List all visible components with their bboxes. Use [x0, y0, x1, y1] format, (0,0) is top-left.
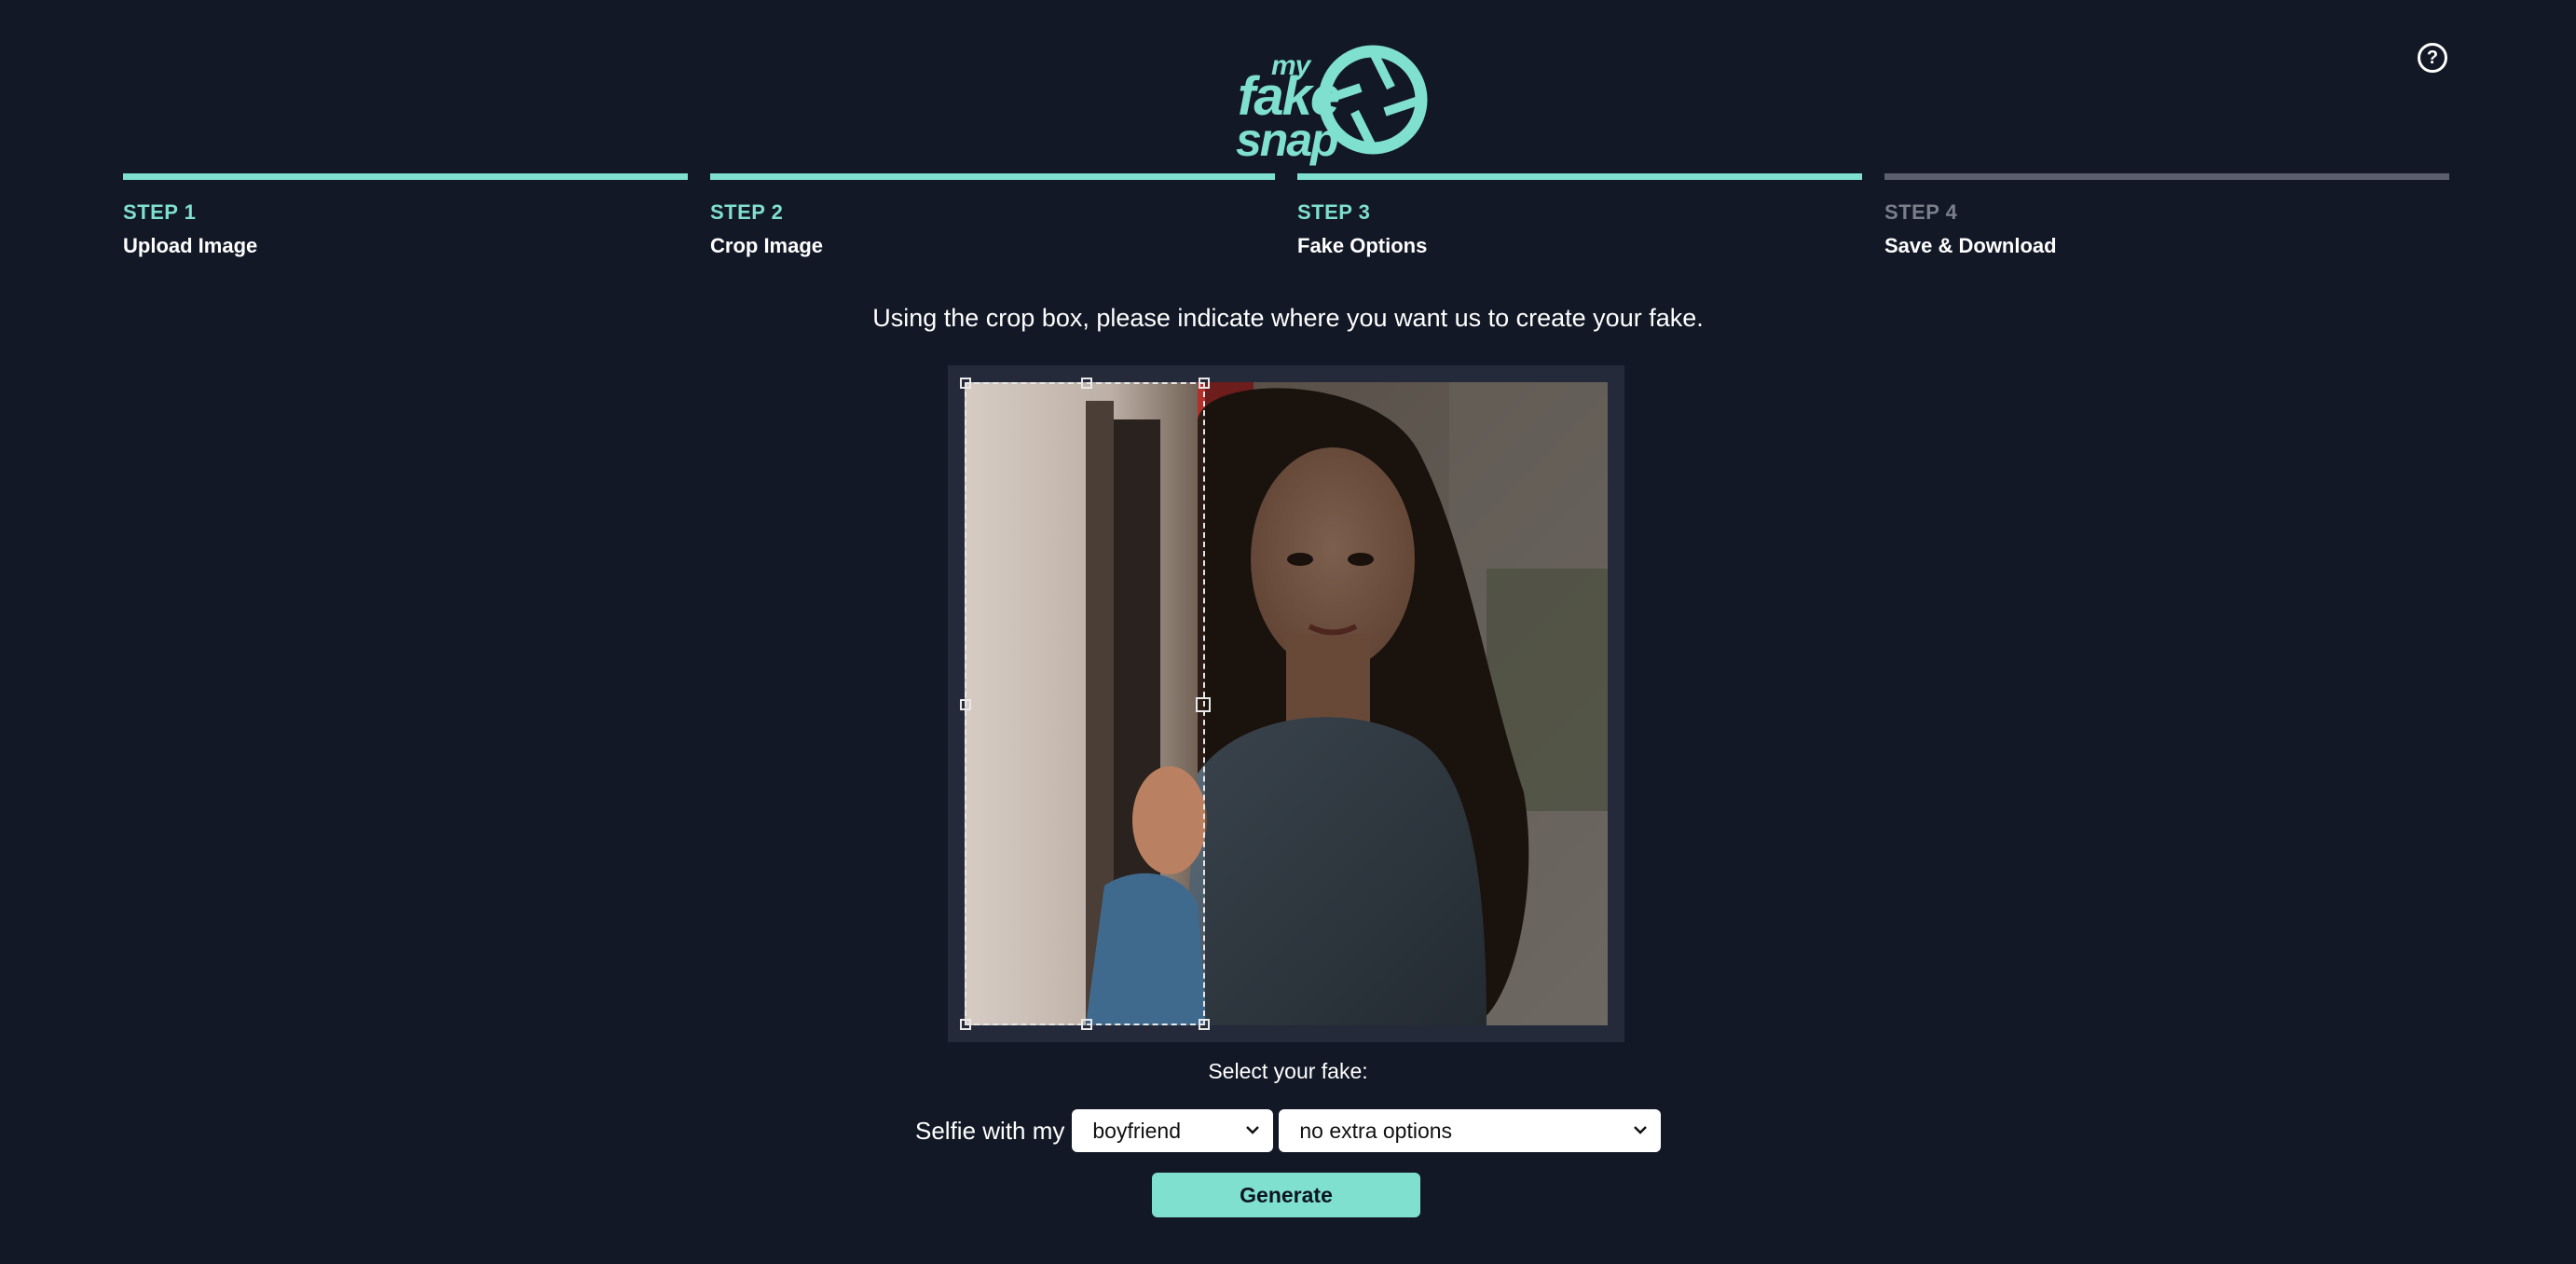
step-4-number: STEP 4	[1884, 200, 1958, 224]
select-fake-title: Select your fake:	[1208, 1059, 1368, 1083]
step-3-bar	[1297, 173, 1862, 180]
relation-select-value: boyfriend	[1092, 1118, 1182, 1143]
app-logo: my fake snap	[1230, 34, 1428, 163]
fake-options-row: Selfie with my boyfriend no extra option…	[915, 1109, 1662, 1152]
extra-options-select-value: no extra options	[1299, 1118, 1453, 1143]
step-1-number: STEP 1	[123, 200, 197, 224]
crop-handle-bottom[interactable]	[1081, 1019, 1092, 1030]
crop-box[interactable]	[960, 378, 1211, 1030]
crop-handle-bottom-left[interactable]	[960, 1019, 971, 1030]
step-4: STEP 4 Save & Download	[1884, 173, 2449, 258]
step-1: STEP 1 Upload Image	[123, 173, 688, 258]
step-2-number: STEP 2	[710, 200, 784, 224]
chevron-down-icon	[1634, 1126, 1648, 1134]
crop-instruction: Using the crop box, please indicate wher…	[872, 304, 1704, 332]
crop-handle-top-left[interactable]	[960, 378, 971, 389]
generate-button[interactable]: Generate	[1152, 1173, 1420, 1217]
step-2: STEP 2 Crop Image	[710, 173, 1275, 258]
step-2-bar	[710, 173, 1275, 180]
step-1-bar	[123, 173, 688, 180]
step-2-label: Crop Image	[710, 234, 824, 257]
crop-handle-left[interactable]	[960, 699, 971, 710]
crop-handle-top[interactable]	[1081, 378, 1092, 389]
crop-editor	[948, 365, 1624, 1042]
relation-select[interactable]: boyfriend	[1072, 1109, 1274, 1152]
step-3: STEP 3 Fake Options	[1297, 173, 1862, 258]
selfie-prefix-label: Selfie with my	[915, 1116, 1065, 1145]
step-3-number: STEP 3	[1297, 200, 1371, 224]
step-3-label: Fake Options	[1297, 234, 1428, 257]
step-4-label: Save & Download	[1884, 234, 2057, 257]
chevron-down-icon	[1246, 1126, 1260, 1134]
step-progress: STEP 1 Upload Image STEP 2 Crop Image ST…	[123, 173, 2449, 258]
extra-options-select[interactable]: no extra options	[1279, 1109, 1662, 1152]
crop-handle-bottom-right[interactable]	[1199, 1019, 1210, 1030]
camera-shutter-icon	[1318, 45, 1428, 155]
step-1-label: Upload Image	[123, 234, 258, 257]
step-4-bar	[1884, 173, 2449, 180]
page: my fake snap ? STEP 1 Upload Image STEP …	[0, 0, 2576, 1264]
crop-handle-right[interactable]	[1196, 697, 1211, 712]
help-icon[interactable]: ?	[2418, 43, 2447, 73]
crop-handle-top-right[interactable]	[1199, 378, 1210, 389]
